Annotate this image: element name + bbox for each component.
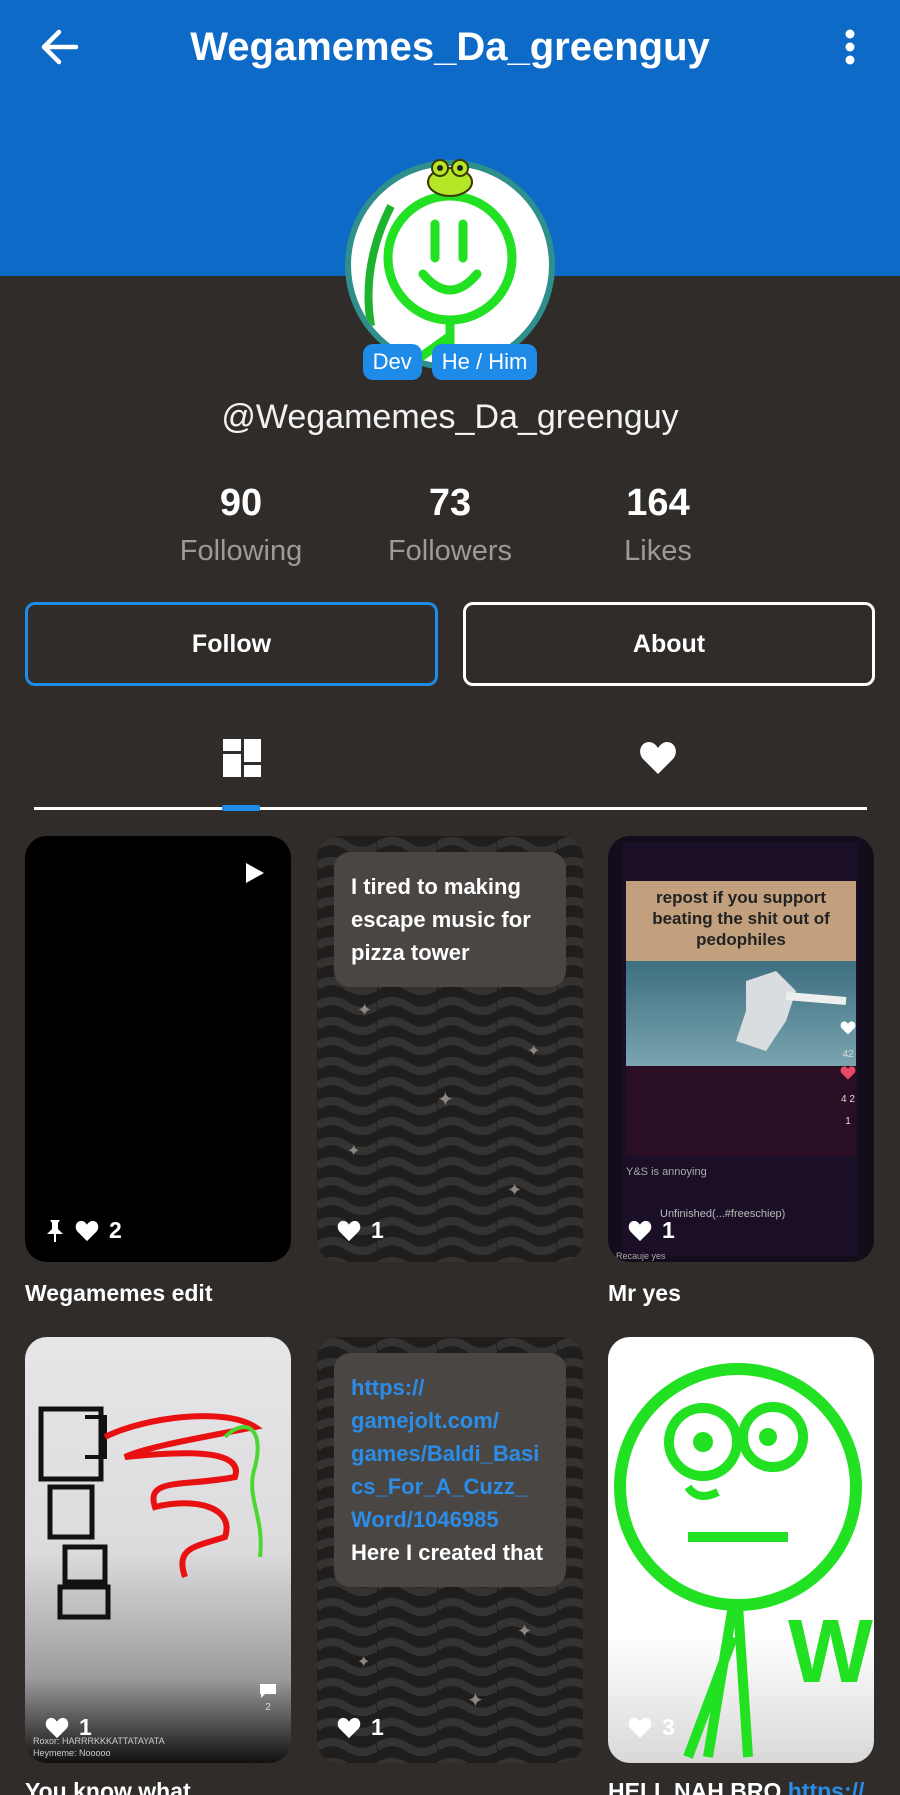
meme-dark-panel xyxy=(626,1066,856,1156)
post-stats: 2 xyxy=(45,1217,122,1244)
heart-icon xyxy=(628,1717,652,1738)
meme-caption-text: repost if you support beating the shit o… xyxy=(626,881,856,961)
post-thumbnail xyxy=(38,1406,263,1620)
play-icon xyxy=(246,863,264,883)
post-stats: 3 xyxy=(628,1714,675,1741)
svg-text:✦: ✦ xyxy=(507,1180,522,1200)
grid-icon xyxy=(223,739,261,777)
overlay-count: 4 xyxy=(841,1094,847,1105)
page-title: Wegamemes_Da_greenguy xyxy=(190,25,710,69)
followers-label: Followers xyxy=(387,535,513,567)
arrow-left-icon xyxy=(41,29,79,65)
overlay-count: 2 xyxy=(849,1094,855,1105)
overlay-side-counts: 42 4 2 1 xyxy=(840,1021,856,1133)
about-button[interactable]: About xyxy=(463,602,875,686)
post-caption-link[interactable]: https:// xyxy=(788,1778,865,1795)
tabs-divider xyxy=(34,807,867,810)
stat-followers[interactable]: 73 Followers xyxy=(350,482,550,568)
post-text: I tired to making escape music for pizza… xyxy=(334,852,566,987)
likes-count: 164 xyxy=(626,482,690,524)
overlay-comment-2: Heymeme: Nooooo xyxy=(33,1748,111,1758)
svg-text:✦: ✦ xyxy=(357,1654,370,1671)
post-caption: You know what xyxy=(25,1778,191,1795)
stat-likes: 164 Likes xyxy=(558,482,758,568)
comment-icon xyxy=(260,1684,276,1698)
back-button[interactable] xyxy=(34,22,84,72)
active-tab-indicator xyxy=(222,805,260,811)
svg-text:✦: ✦ xyxy=(517,1621,532,1641)
post-caption: Wegamemes edit xyxy=(25,1280,213,1306)
profile-badges: Dev He / Him xyxy=(0,344,900,380)
post-like-count: 1 xyxy=(662,1217,675,1243)
svg-text:W: W xyxy=(788,1602,873,1702)
heart-icon xyxy=(45,1717,69,1738)
post-stats: 1 xyxy=(45,1714,92,1741)
overlay-count: 42 xyxy=(842,1049,854,1060)
tab-liked[interactable] xyxy=(598,728,718,788)
heart-icon xyxy=(840,1021,856,1035)
heart-icon xyxy=(640,742,676,774)
post-thumbnail: W xyxy=(614,1363,873,1759)
post-caption-text: HELL NAH BRO xyxy=(608,1778,788,1795)
svg-text:✦: ✦ xyxy=(347,1143,360,1160)
overlay-sub: Recauje yes xyxy=(616,1251,666,1261)
dev-badge: Dev xyxy=(362,344,422,380)
post-card[interactable]: Roxor: HARRRKKKATTATAYATA Heymeme: Noooo… xyxy=(25,1337,291,1763)
svg-text:✦: ✦ xyxy=(437,1089,454,1111)
post-caption: HELL NAH BRO https:// xyxy=(608,1778,874,1795)
post-card[interactable]: 2 xyxy=(25,836,291,1262)
avatar[interactable] xyxy=(345,159,555,370)
post-card[interactable]: repost if you support beating the shit o… xyxy=(608,836,874,1262)
content-tabs xyxy=(34,728,867,811)
post-body-text: Here I created that xyxy=(351,1540,543,1565)
pin-icon xyxy=(47,1219,63,1242)
likes-label: Likes xyxy=(624,535,692,567)
tab-posts[interactable] xyxy=(182,728,302,788)
heart-icon xyxy=(337,1220,361,1241)
svg-text:✦: ✦ xyxy=(357,1000,372,1020)
post-stats: 1 xyxy=(628,1217,675,1244)
stat-following[interactable]: 90 Following xyxy=(141,482,341,568)
heart-icon xyxy=(75,1220,99,1241)
post-link[interactable]: https:// gamejolt.com/ games/Baldi_Basi … xyxy=(351,1375,539,1532)
heart-icon xyxy=(337,1717,361,1738)
heart-icon xyxy=(628,1220,652,1241)
post-card[interactable]: ✦ ✦ ✦ ✦ ✦ I tired to making escape music… xyxy=(317,836,583,1262)
followers-count: 73 xyxy=(428,482,472,524)
post-caption: Mr yes xyxy=(608,1280,681,1306)
post-text: https:// gamejolt.com/ games/Baldi_Basi … xyxy=(334,1353,566,1587)
post-like-count: 3 xyxy=(662,1714,675,1740)
overlay-comment-2: Unfinished(...#freeschiep) xyxy=(660,1208,786,1220)
post-card[interactable]: ✦ ✦ ✦ https:// gamejolt.com/ games/Baldi… xyxy=(317,1337,583,1763)
overlay-count: 2 xyxy=(265,1702,271,1713)
post-like-count: 1 xyxy=(371,1217,384,1243)
more-options-button[interactable] xyxy=(828,22,872,72)
post-stats: 1 xyxy=(337,1714,384,1741)
meme-image xyxy=(626,961,856,1066)
post-card[interactable]: W 3 xyxy=(608,1337,874,1763)
post-stats: 1 xyxy=(337,1217,384,1244)
post-like-count: 1 xyxy=(371,1714,384,1740)
post-like-count: 1 xyxy=(79,1714,92,1740)
svg-text:✦: ✦ xyxy=(467,1690,484,1712)
follow-button[interactable]: Follow xyxy=(25,602,438,686)
profile-handle: @Wegamemes_Da_greenguy xyxy=(221,398,679,436)
frog-crown-icon xyxy=(427,159,473,197)
following-count: 90 xyxy=(219,482,263,524)
pronouns-badge: He / Him xyxy=(431,344,538,380)
overlay-count: 1 xyxy=(845,1116,851,1127)
svg-text:✦: ✦ xyxy=(527,1043,540,1060)
more-vertical-icon xyxy=(845,29,855,65)
heart-icon xyxy=(840,1066,856,1080)
following-label: Following xyxy=(179,535,303,567)
overlay-comment-1: Y&S is annoying xyxy=(626,1166,707,1178)
post-like-count: 2 xyxy=(109,1217,122,1243)
overlay-side-counts: 2 xyxy=(259,1683,277,1713)
profile-stats: 90 Following 73 Followers 164 Likes xyxy=(0,482,900,582)
